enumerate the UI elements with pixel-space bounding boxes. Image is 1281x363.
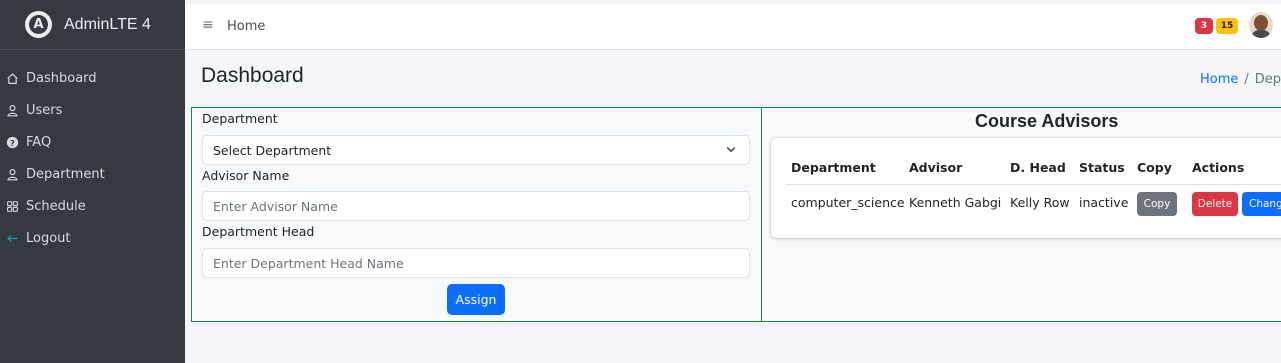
advisor-name-label: Advisor Name bbox=[202, 168, 290, 183]
column-header-copy: Copy bbox=[1137, 160, 1172, 175]
brand-name: AdminLTE 4 bbox=[64, 15, 151, 33]
sidebar-item-label: Users bbox=[26, 102, 63, 118]
brand[interactable]: A AdminLTE 4 bbox=[0, 0, 185, 50]
menu-toggle-icon[interactable]: ≡ bbox=[202, 17, 214, 33]
sidebar-item-users[interactable]: Users bbox=[0, 94, 185, 126]
user-avatar[interactable] bbox=[1249, 12, 1273, 38]
person-icon bbox=[6, 104, 24, 117]
top-navbar: ≡ Home 3 15 bbox=[185, 0, 1281, 50]
course-advisors-table: Department Advisor D. Head Status Copy A… bbox=[771, 138, 1281, 238]
department-select-value: Select Department bbox=[213, 142, 332, 158]
column-header-advisor: Advisor bbox=[909, 160, 963, 175]
notification-badge-yellow[interactable]: 15 bbox=[1216, 18, 1238, 34]
sidebar: A AdminLTE 4 Dashboard Users ? FAQ Depar bbox=[0, 0, 185, 363]
delete-button[interactable]: Delete bbox=[1192, 192, 1238, 216]
grid-icon bbox=[6, 200, 24, 213]
department-select[interactable]: Select Department bbox=[202, 135, 750, 165]
sidebar-item-schedule[interactable]: Schedule bbox=[0, 190, 185, 222]
assign-advisor-form: Department Select Department Advisor Nam… bbox=[191, 107, 762, 322]
brand-logo-icon: A bbox=[25, 11, 52, 38]
sidebar-item-logout[interactable]: Logout bbox=[0, 222, 185, 254]
cell-advisor: Kenneth Gabgi bbox=[909, 195, 1002, 210]
sidebar-item-faq[interactable]: ? FAQ bbox=[0, 126, 185, 158]
page-title: Dashboard bbox=[201, 64, 304, 87]
advisor-name-input[interactable] bbox=[202, 191, 750, 221]
department-head-input[interactable] bbox=[202, 248, 750, 278]
department-label: Department bbox=[202, 111, 278, 126]
svg-text:?: ? bbox=[10, 137, 15, 147]
column-header-head: D. Head bbox=[1010, 160, 1066, 175]
breadcrumb-home-link[interactable]: Home bbox=[1200, 72, 1238, 87]
department-head-label: Department Head bbox=[202, 224, 315, 239]
breadcrumb-current: Depa bbox=[1254, 72, 1281, 87]
sidebar-item-label: FAQ bbox=[26, 134, 52, 150]
cell-status: inactive bbox=[1079, 195, 1129, 210]
course-advisors-title: Course Advisors bbox=[975, 111, 1119, 131]
column-header-department: Department bbox=[791, 160, 876, 175]
sidebar-item-label: Schedule bbox=[26, 198, 86, 214]
sidebar-item-dashboard[interactable]: Dashboard bbox=[0, 62, 185, 94]
person-icon bbox=[6, 168, 24, 181]
breadcrumb: Home / Depa bbox=[1200, 72, 1281, 87]
nav-home-link[interactable]: Home bbox=[227, 19, 265, 34]
cell-head: Kelly Row bbox=[1010, 195, 1070, 210]
breadcrumb-separator: / bbox=[1244, 72, 1249, 87]
sidebar-item-department[interactable]: Department bbox=[0, 158, 185, 190]
arrow-left-icon bbox=[6, 232, 24, 245]
column-header-status: Status bbox=[1079, 160, 1125, 175]
sidebar-item-label: Dashboard bbox=[26, 70, 97, 86]
cell-department: computer_science bbox=[791, 195, 905, 210]
sidebar-item-label: Logout bbox=[26, 230, 71, 246]
column-header-actions: Actions bbox=[1192, 160, 1245, 175]
course-advisors-panel: Course Advisors Department Advisor D. He… bbox=[761, 107, 1281, 322]
question-circle-icon: ? bbox=[6, 136, 24, 149]
sidebar-item-label: Department bbox=[26, 166, 105, 182]
chevron-down-icon bbox=[725, 143, 737, 158]
house-icon bbox=[6, 72, 24, 85]
notification-badge-red[interactable]: 3 bbox=[1195, 18, 1213, 34]
assign-button[interactable]: Assign bbox=[447, 284, 505, 315]
sidebar-nav: Dashboard Users ? FAQ Department Schedul… bbox=[0, 62, 185, 254]
copy-button[interactable]: Copy bbox=[1137, 192, 1177, 216]
table-divider bbox=[786, 184, 1281, 185]
change-button[interactable]: Chang bbox=[1242, 192, 1281, 216]
